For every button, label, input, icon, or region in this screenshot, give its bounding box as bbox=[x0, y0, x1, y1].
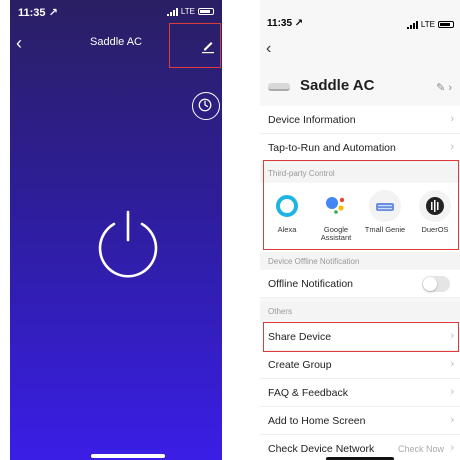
offline-notification-toggle[interactable] bbox=[422, 276, 450, 292]
section-header-offline: Device Offline Notification bbox=[260, 252, 460, 270]
status-indicators: LTE bbox=[166, 7, 214, 16]
battery-icon bbox=[438, 21, 454, 28]
network-label: LTE bbox=[420, 20, 435, 29]
timer-button[interactable] bbox=[192, 92, 220, 120]
signal-icon bbox=[166, 7, 178, 16]
section-label: Device Offline Notification bbox=[268, 257, 360, 266]
chevron-right-icon: › bbox=[450, 386, 454, 398]
row-add-home-screen[interactable]: Add to Home Screen › bbox=[260, 407, 460, 435]
row-label: Create Group bbox=[268, 359, 332, 371]
status-indicators: LTE bbox=[406, 20, 454, 29]
row-label: Offline Notification bbox=[268, 278, 354, 290]
home-indicator bbox=[91, 454, 165, 458]
edit-name-icon[interactable]: ✎ › bbox=[436, 81, 452, 94]
row-label: Tap-to-Run and Automation bbox=[268, 142, 396, 154]
row-label: FAQ & Feedback bbox=[268, 387, 348, 399]
row-faq-feedback[interactable]: FAQ & Feedback › bbox=[260, 379, 460, 407]
chevron-right-icon: › bbox=[450, 141, 454, 153]
signal-icon bbox=[406, 20, 418, 29]
third-party-highlight-box bbox=[263, 160, 459, 250]
row-label: Check Device Network bbox=[268, 443, 375, 455]
row-device-information[interactable]: Device Information › bbox=[260, 106, 460, 134]
chevron-right-icon: › bbox=[450, 358, 454, 370]
check-now-link[interactable]: Check Now bbox=[398, 444, 444, 454]
network-label: LTE bbox=[180, 7, 195, 16]
device-name: Saddle AC bbox=[300, 77, 375, 94]
row-create-group[interactable]: Create Group › bbox=[260, 351, 460, 379]
row-label: Add to Home Screen bbox=[268, 415, 366, 427]
row-label: Device Information bbox=[268, 114, 356, 126]
status-time: 11:35 ↗ bbox=[18, 7, 58, 19]
device-icon bbox=[268, 83, 290, 91]
edit-highlight-box bbox=[169, 23, 221, 68]
share-device-highlight-box bbox=[263, 322, 459, 352]
status-time: 11:35 ↗ bbox=[267, 18, 304, 29]
row-tap-to-run[interactable]: Tap-to-Run and Automation › bbox=[260, 134, 460, 162]
battery-icon bbox=[198, 8, 214, 15]
device-header[interactable]: Saddle AC ✎ › bbox=[260, 70, 460, 106]
section-header-others: Others bbox=[260, 302, 460, 320]
section-label: Others bbox=[268, 307, 293, 316]
chevron-right-icon: › bbox=[450, 113, 454, 125]
chevron-right-icon: › bbox=[450, 442, 454, 454]
power-button[interactable] bbox=[92, 208, 164, 280]
back-button[interactable]: ‹ bbox=[266, 40, 271, 58]
status-bar: 11:35 ↗ LTE bbox=[260, 0, 460, 29]
status-bar: 11:35 ↗ LTE bbox=[10, 0, 222, 24]
row-offline-notification[interactable]: Offline Notification bbox=[260, 270, 460, 298]
device-control-screen: 11:35 ↗ LTE ‹ Saddle AC bbox=[10, 0, 222, 460]
chevron-right-icon: › bbox=[450, 414, 454, 426]
clock-icon bbox=[198, 98, 212, 112]
